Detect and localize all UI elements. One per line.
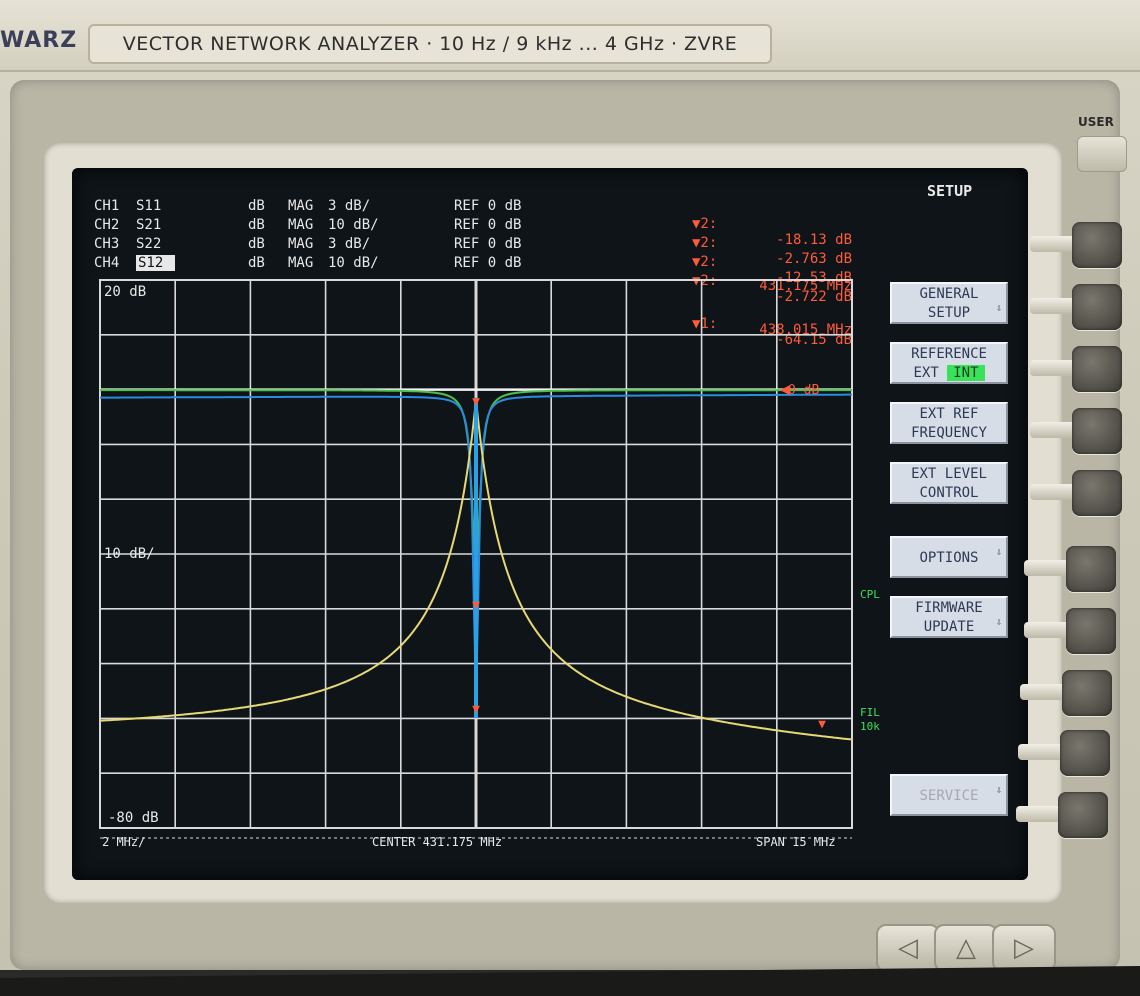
submenu-arrow-icon: ⇩ <box>995 303 1002 314</box>
submenu-arrow-icon: ⇩ <box>995 617 1002 628</box>
brand-logo: WARZ <box>0 28 78 53</box>
marker-1-icon: ▼ <box>818 717 826 732</box>
softkey-line: EXT LEVEL <box>911 466 987 482</box>
softkey-line: OPTIONS <box>919 550 979 566</box>
bench-shadow <box>0 966 1140 996</box>
filter-bandwidth: 10k <box>860 720 880 733</box>
softkey-firmware-update[interactable]: FIRMWARE UPDATE ⇩ <box>890 596 1008 638</box>
cpl-indicator: CPL <box>860 588 880 601</box>
user-key[interactable] <box>1077 136 1127 172</box>
softkey-option-int-selected: INT <box>947 365 985 381</box>
softkey-line: CONTROL <box>919 485 979 501</box>
softkey-line: FIRMWARE <box>915 600 983 616</box>
softkey-reference[interactable]: REFERENCE EXT INT <box>890 342 1008 384</box>
nav-right-icon[interactable]: ▷ <box>992 924 1056 972</box>
hardware-softkey-9[interactable] <box>1060 730 1110 776</box>
menu-title: SETUP <box>927 182 973 200</box>
softkey-ext-level-control[interactable]: EXT LEVEL CONTROL <box>890 462 1008 504</box>
hardware-softkey-7[interactable] <box>1066 608 1116 654</box>
instrument-title-plate: VECTOR NETWORK ANALYZER · 10 Hz / 9 kHz … <box>88 24 772 64</box>
span-label: SPAN 15 MHz <box>756 835 835 849</box>
submenu-arrow-icon: ⇩ <box>995 785 1002 796</box>
marker-2-icon: ▼ <box>472 395 480 410</box>
mid-scale-label: 10 dB/ <box>104 546 155 562</box>
nav-left-icon[interactable]: ◁ <box>876 924 940 972</box>
softkey-service[interactable]: SERVICE ⇩ <box>890 774 1008 816</box>
hardware-softkey-5[interactable] <box>1072 470 1122 516</box>
hardware-softkey-4[interactable] <box>1072 408 1122 454</box>
hardware-softkey-8[interactable] <box>1062 670 1112 716</box>
softkey-general-setup[interactable]: GENERAL SETUP ⇩ <box>890 282 1008 324</box>
softkey-line: GENERAL <box>919 286 979 302</box>
bottom-scale-label: -80 dB <box>108 810 159 826</box>
center-frequency-label: CENTER 431.175 MHz <box>372 835 502 849</box>
top-scale-label: 20 dB <box>104 284 146 300</box>
softkey-line: REFERENCE <box>911 346 987 362</box>
softkey-ext-ref-frequency[interactable]: EXT REF FREQUENCY <box>890 402 1008 444</box>
softkey-line: FREQUENCY <box>911 425 987 441</box>
softkey-line: SETUP <box>927 305 971 321</box>
hardware-softkey-6[interactable] <box>1066 546 1116 592</box>
submenu-arrow-icon: ⇩ <box>995 547 1002 558</box>
nav-up-icon[interactable]: △ <box>934 924 998 972</box>
plot-traces: ▼▼▼▼◀ <box>99 383 853 741</box>
marker-2-icon: ▼ <box>472 598 480 613</box>
softkey-option-ext: EXT <box>913 365 939 381</box>
marker-2-icon: ▼ <box>472 702 480 717</box>
filter-indicator: FIL <box>860 706 880 719</box>
hardware-softkey-3[interactable] <box>1072 346 1122 392</box>
user-key-label: USER <box>1078 115 1114 129</box>
top-strip: WARZ VECTOR NETWORK ANALYZER · 10 Hz / 9… <box>0 0 1140 72</box>
reference-marker-label: 0 dB <box>788 383 819 398</box>
hardware-softkey-10[interactable] <box>1058 792 1108 838</box>
hardware-softkey-2[interactable] <box>1072 284 1122 330</box>
display-screen: CH1 S11 dB MAG 3 dB/ REF 0 dB CH2 S21 dB… <box>72 168 1028 880</box>
hardware-softkey-1[interactable] <box>1072 222 1122 268</box>
softkey-line: SERVICE <box>919 788 979 804</box>
softkey-options[interactable]: OPTIONS ⇩ <box>890 536 1008 578</box>
softkey-line: UPDATE <box>923 619 975 635</box>
trace-plot: ▼▼▼▼◀ 20 dB 10 dB/ -80 dB 2 MHz/ CENTER … <box>99 279 880 849</box>
freq-division-label: 2 MHz/ <box>102 835 145 849</box>
softkey-line: EXT REF <box>919 406 979 422</box>
